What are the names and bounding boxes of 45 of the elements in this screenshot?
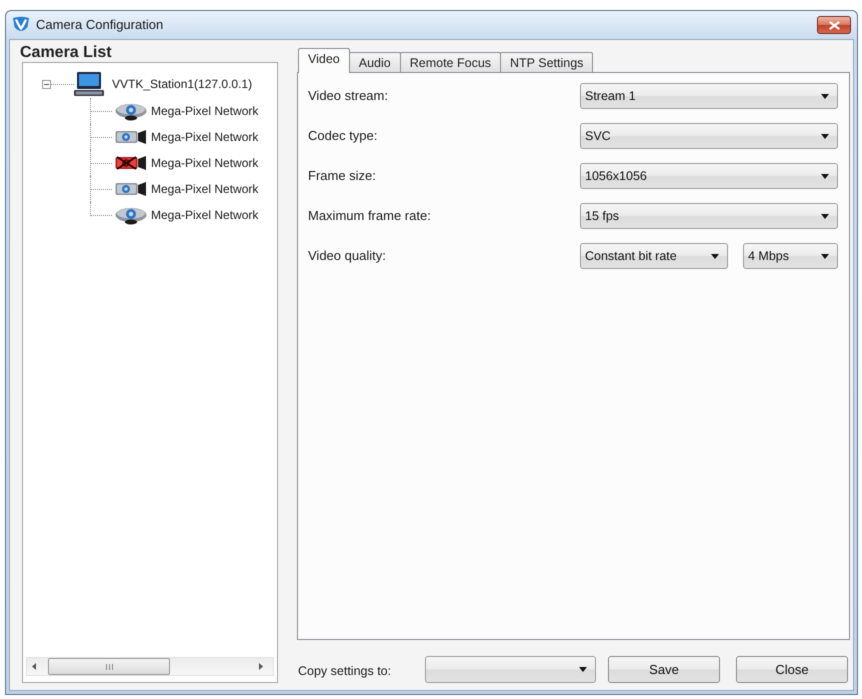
window-close-button[interactable]	[817, 16, 851, 34]
dialog-button[interactable]: Close	[736, 656, 848, 683]
tree-item[interactable]: VVTK_Station1(127.0.0.1)	[112, 75, 252, 93]
field-label: Video stream:	[308, 87, 389, 105]
dropdown[interactable]: SVC	[580, 123, 838, 149]
tree-item[interactable]: Mega-Pixel Network	[151, 128, 258, 146]
dropdown[interactable]: Constant bit rate	[580, 243, 728, 269]
dropdown[interactable]: Stream 1	[580, 83, 838, 109]
tab[interactable]: Audio	[348, 52, 401, 72]
right-arrow-icon[interactable]	[259, 663, 263, 670]
tree-item[interactable]: Mega-Pixel Network	[151, 206, 258, 224]
caret-icon	[711, 254, 719, 258]
field-label: Codec type:	[308, 127, 378, 145]
field-label: Maximum frame rate:	[308, 207, 432, 225]
close-icon	[828, 20, 840, 30]
tab[interactable]: NTP Settings	[500, 52, 594, 72]
caret-icon	[821, 174, 829, 178]
window-title: Camera Configuration	[36, 16, 164, 34]
group-title: Camera List	[20, 44, 112, 62]
tab[interactable]: Remote Focus	[400, 52, 502, 72]
logo-icon	[12, 16, 30, 34]
caret-icon	[821, 94, 829, 98]
grip-icon	[106, 664, 112, 670]
tree-item[interactable]: Mega-Pixel Network	[151, 102, 258, 120]
tree-item[interactable]: Mega-Pixel Network	[151, 154, 258, 172]
field-label: Video quality:	[308, 247, 387, 265]
tree-connector	[90, 150, 112, 176]
caret-icon	[821, 214, 829, 218]
field-label: Frame size:	[308, 167, 377, 185]
computer-icon	[74, 72, 104, 96]
tab[interactable]: Video	[298, 48, 350, 73]
scrollbar-thumb[interactable]	[48, 658, 170, 675]
caret-icon	[821, 134, 829, 138]
caret-icon	[579, 667, 587, 672]
left-arrow-icon[interactable]	[32, 663, 36, 670]
dialog-button[interactable]: Save	[608, 656, 720, 683]
tree-item[interactable]: Mega-Pixel Network	[151, 180, 258, 198]
field-label: Copy settings to:	[298, 663, 392, 680]
dropdown[interactable]: 15 fps	[580, 203, 838, 229]
dropdown[interactable]: 1056x1056	[580, 163, 838, 189]
caret-icon	[821, 254, 829, 258]
tree-connector	[90, 124, 112, 150]
dropdown[interactable]: 4 Mbps	[743, 243, 838, 269]
tree-connector	[90, 98, 112, 124]
collapse-icon[interactable]	[42, 80, 51, 88]
